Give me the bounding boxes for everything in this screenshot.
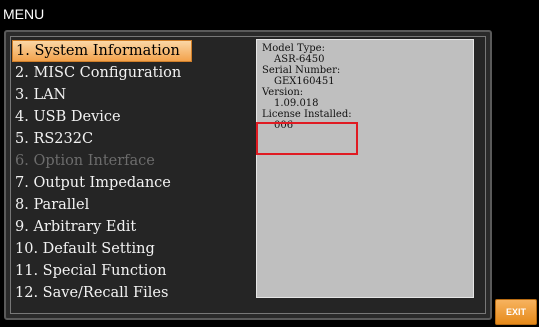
menu-item-parallel[interactable]: 8. Parallel [12, 194, 192, 216]
model-type-label: Model Type: [262, 43, 325, 54]
menu-item-misc-configuration[interactable]: 2. MISC Configuration [12, 62, 192, 84]
menu-item-system-information[interactable]: 1. System Information [12, 40, 192, 62]
system-info-text: Model Type: ASR-6450 Serial Number: GEX1… [262, 43, 352, 131]
version-label: Version: [262, 87, 304, 98]
menu-item-special-function[interactable]: 11. Special Function [12, 260, 192, 282]
menu-item-default-setting[interactable]: 10. Default Setting [12, 238, 192, 260]
version-value: 1.09.018 [274, 98, 319, 109]
license-annotation-box [256, 122, 358, 155]
exit-button[interactable]: EXIT [495, 299, 537, 325]
menu-list: 1. System Information 2. MISC Configurat… [12, 40, 192, 304]
menu-item-save-recall-files[interactable]: 12. Save/Recall Files [12, 282, 192, 304]
menu-item-arbitrary-edit[interactable]: 9. Arbitrary Edit [12, 216, 192, 238]
menu-item-lan[interactable]: 3. LAN [12, 84, 192, 106]
menu-item-option-interface: 6. Option Interface [15, 153, 155, 169]
menu-item-usb-device[interactable]: 4. USB Device [12, 106, 192, 128]
system-info-panel: Model Type: ASR-6450 Serial Number: GEX1… [256, 39, 474, 298]
window-title: MENU [0, 0, 539, 28]
serial-number-label: Serial Number: [262, 65, 341, 76]
model-type-value: ASR-6450 [274, 54, 325, 65]
menu-item-output-impedance[interactable]: 7. Output Impedance [12, 172, 192, 194]
serial-number-value: GEX160451 [274, 76, 335, 87]
license-installed-label: License Installed: [262, 109, 352, 120]
menu-item-rs232c[interactable]: 5. RS232C [12, 128, 192, 150]
